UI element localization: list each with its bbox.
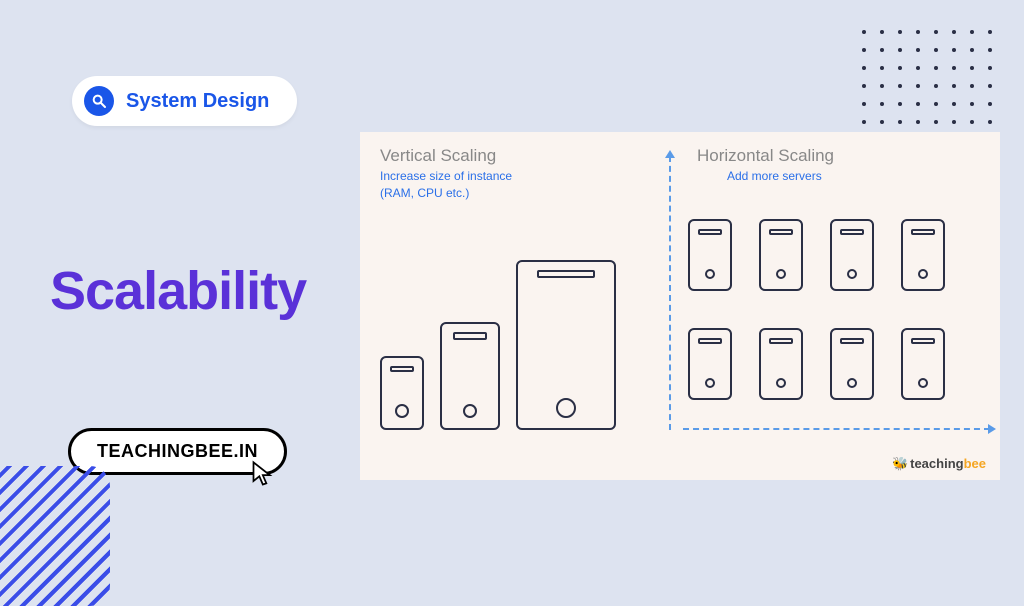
vertical-subtext: Increase size of instance (RAM, CPU etc.… bbox=[380, 168, 663, 202]
stripe-decoration bbox=[0, 466, 110, 606]
vertical-heading: Vertical Scaling bbox=[380, 146, 663, 166]
server-icon bbox=[688, 328, 732, 400]
server-icon bbox=[759, 219, 803, 291]
arrow-up-icon bbox=[669, 156, 671, 430]
vertical-scaling-column: Vertical Scaling Increase size of instan… bbox=[380, 146, 663, 470]
cursor-icon bbox=[250, 460, 278, 493]
horizontal-subtext: Add more servers bbox=[697, 168, 980, 185]
server-icon bbox=[901, 219, 945, 291]
scaling-diagram: Vertical Scaling Increase size of instan… bbox=[360, 132, 1000, 480]
horizontal-heading: Horizontal Scaling bbox=[697, 146, 980, 166]
category-tag[interactable]: System Design bbox=[72, 76, 297, 126]
watermark: 🐝teachingbee bbox=[892, 456, 986, 472]
server-icon bbox=[830, 219, 874, 291]
server-medium-icon bbox=[440, 322, 500, 430]
search-icon bbox=[84, 86, 114, 116]
category-tag-label: System Design bbox=[126, 90, 269, 113]
server-large-icon bbox=[516, 260, 616, 430]
server-icon bbox=[830, 328, 874, 400]
server-icon bbox=[688, 219, 732, 291]
bee-icon: 🐝 bbox=[892, 456, 908, 471]
vertical-servers bbox=[380, 260, 616, 430]
server-icon bbox=[901, 328, 945, 400]
horizontal-servers bbox=[683, 206, 950, 412]
server-icon bbox=[759, 328, 803, 400]
server-small-icon bbox=[380, 356, 424, 430]
horizontal-scaling-column: Horizontal Scaling Add more servers bbox=[673, 146, 980, 470]
page-title: Scalability bbox=[50, 260, 306, 322]
arrow-right-icon bbox=[683, 428, 990, 430]
dot-grid-decoration bbox=[862, 30, 994, 126]
